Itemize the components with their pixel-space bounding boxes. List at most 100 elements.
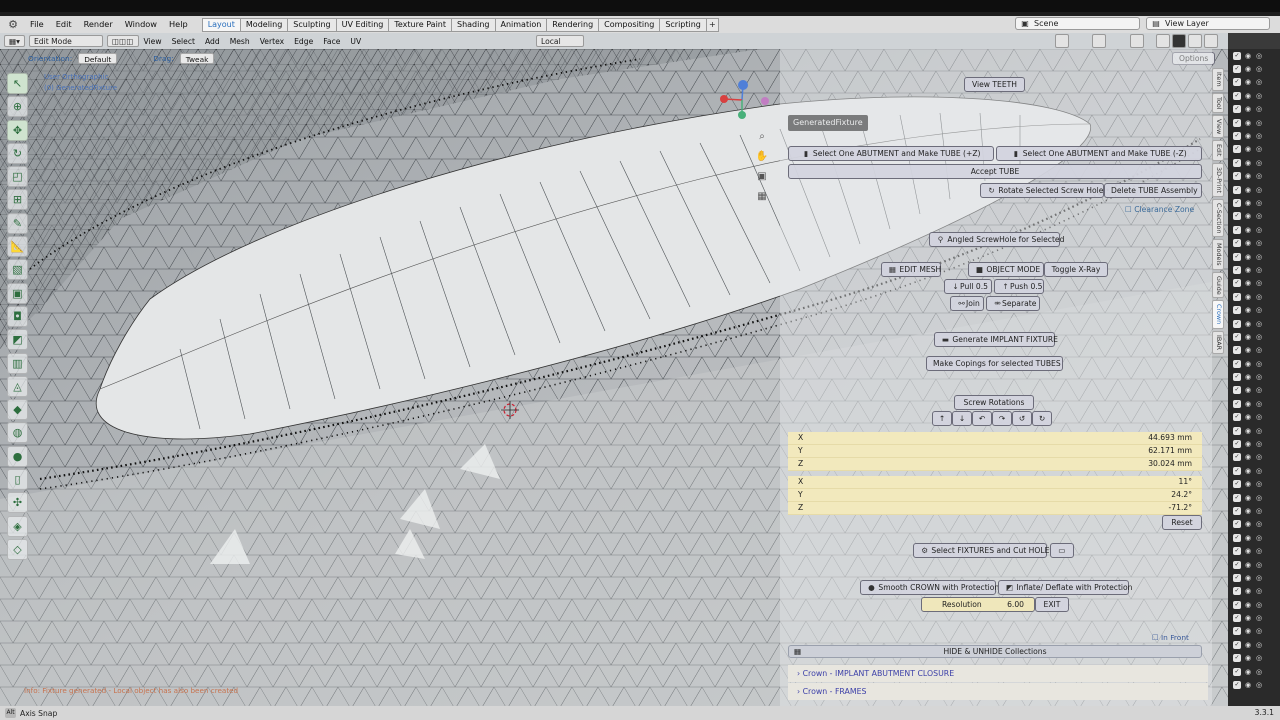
rotate-up-icon[interactable]: ↑ <box>932 411 952 426</box>
render-camera-icon[interactable]: ◎ <box>1256 212 1264 220</box>
render-camera-icon[interactable]: ◎ <box>1256 293 1264 301</box>
menu-render[interactable]: Render <box>78 16 119 33</box>
spin-icon[interactable]: ◍ <box>7 422 28 444</box>
render-camera-icon[interactable]: ◎ <box>1256 306 1264 314</box>
menu-file[interactable]: File <box>24 16 50 33</box>
render-camera-icon[interactable]: ◎ <box>1256 145 1264 153</box>
render-camera-icon[interactable]: ◎ <box>1256 320 1264 328</box>
checkbox-icon[interactable]: ✓ <box>1233 399 1241 408</box>
render-camera-icon[interactable]: ◎ <box>1256 534 1264 542</box>
edit-mesh-button[interactable]: ▦ EDIT MESH <box>881 262 941 277</box>
rotation-y-field[interactable]: Y 24.2° <box>788 489 1202 502</box>
render-camera-icon[interactable]: ◎ <box>1256 480 1264 488</box>
outliner-row[interactable]: ✓ ◉ ◎ <box>1228 411 1280 424</box>
tab-shading[interactable]: Shading <box>452 17 496 32</box>
checkbox-icon[interactable]: ✓ <box>1233 172 1241 181</box>
rip-icon[interactable]: ◇ <box>7 538 28 560</box>
outliner-row[interactable]: ✓ ◉ ◎ <box>1228 357 1280 370</box>
menu-edge[interactable]: Edge <box>289 37 318 46</box>
outliner-row[interactable]: ✓ ◉ ◎ <box>1228 598 1280 611</box>
outliner-row[interactable]: ✓ ◉ ◎ <box>1228 370 1280 383</box>
angled-screwhole-button[interactable]: ⚲ Angled ScrewHole for Selected <box>929 232 1064 247</box>
outliner-row[interactable]: ✓ ◉ ◎ <box>1228 317 1280 330</box>
checkbox-icon[interactable]: ✓ <box>1233 198 1241 207</box>
inflate-deflate-button[interactable]: ◩ Inflate/ Deflate with Protection <box>998 580 1133 595</box>
checkbox-icon[interactable]: ✓ <box>1233 506 1241 515</box>
render-camera-icon[interactable]: ◎ <box>1256 668 1264 676</box>
location-z-field[interactable]: Z 30.024 mm <box>788 458 1202 471</box>
checkbox-icon[interactable]: ✓ <box>1233 51 1241 60</box>
shading-wireframe-icon[interactable] <box>1156 34 1170 48</box>
render-camera-icon[interactable]: ◎ <box>1256 159 1264 167</box>
outliner-row[interactable]: ✓ ◉ ◎ <box>1228 638 1280 651</box>
rotation-x-field[interactable]: X 11° <box>788 476 1202 489</box>
render-camera-icon[interactable]: ◎ <box>1256 507 1264 515</box>
render-camera-icon[interactable]: ◎ <box>1256 132 1264 140</box>
menu-window[interactable]: Window <box>119 16 163 33</box>
render-camera-icon[interactable]: ◎ <box>1256 78 1264 86</box>
eye-icon[interactable]: ◉ <box>1245 574 1253 582</box>
outliner-row[interactable]: ✓ ◉ ◎ <box>1228 625 1280 638</box>
outliner-row[interactable]: ✓ ◉ ◎ <box>1228 129 1280 142</box>
outliner-row[interactable]: ✓ ◉ ◎ <box>1228 504 1280 517</box>
eye-icon[interactable]: ◉ <box>1245 547 1253 555</box>
pan-hand-icon[interactable]: ✋ <box>754 149 770 165</box>
view-teeth-button[interactable]: View TEETH <box>964 77 1025 92</box>
checkbox-icon[interactable]: ✓ <box>1233 105 1241 114</box>
render-camera-icon[interactable]: ◎ <box>1256 279 1264 287</box>
bevel-icon[interactable]: ◩ <box>7 329 28 351</box>
render-camera-icon[interactable]: ◎ <box>1256 266 1264 274</box>
cursor-icon[interactable]: ⊕ <box>7 96 28 118</box>
eye-icon[interactable]: ◉ <box>1245 333 1253 341</box>
pull-button[interactable]: ↓Pull 0.5 <box>944 279 992 294</box>
outliner-row[interactable]: ✓ ◉ ◎ <box>1228 210 1280 223</box>
eye-icon[interactable]: ◉ <box>1245 65 1253 73</box>
checkbox-icon[interactable]: ✓ <box>1233 493 1241 502</box>
checkbox-icon[interactable]: ✓ <box>1233 520 1241 529</box>
checkbox-icon[interactable]: ✓ <box>1233 158 1241 167</box>
eye-icon[interactable]: ◉ <box>1245 668 1253 676</box>
checkbox-icon[interactable]: ✓ <box>1233 373 1241 382</box>
screw-rotations-button[interactable]: Screw Rotations <box>954 395 1034 410</box>
make-copings-button[interactable]: Make Copings for selected TUBES <box>926 356 1063 371</box>
join-button[interactable]: ⚯Join <box>950 296 984 311</box>
eye-icon[interactable]: ◉ <box>1245 320 1253 328</box>
checkbox-icon[interactable]: ✓ <box>1233 78 1241 87</box>
menu-add[interactable]: Add <box>200 37 225 46</box>
outliner-row[interactable]: ✓ ◉ ◎ <box>1228 678 1280 691</box>
exit-button[interactable]: EXIT <box>1035 597 1069 612</box>
outliner-row[interactable]: ✓ ◉ ◎ <box>1228 571 1280 584</box>
checkbox-icon[interactable]: ✓ <box>1233 547 1241 556</box>
eye-icon[interactable]: ◉ <box>1245 601 1253 609</box>
outliner-row[interactable]: ✓ ◉ ◎ <box>1228 330 1280 343</box>
checkbox-icon[interactable]: ✓ <box>1233 681 1241 690</box>
eye-icon[interactable]: ◉ <box>1245 105 1253 113</box>
outliner-row[interactable]: ✓ ◉ ◎ <box>1228 665 1280 678</box>
mode-dropdown[interactable]: Edit Mode <box>29 35 103 47</box>
checkbox-icon[interactable]: ✓ <box>1233 573 1241 582</box>
outliner-row[interactable]: ✓ ◉ ◎ <box>1228 585 1280 598</box>
checkbox-icon[interactable]: ✓ <box>1233 145 1241 154</box>
select-fixtures-cut-hole-button[interactable]: ⚙ Select FIXTURES and Cut HOLE <box>913 543 1049 558</box>
render-camera-icon[interactable]: ◎ <box>1256 186 1264 194</box>
eye-icon[interactable]: ◉ <box>1245 373 1253 381</box>
eye-icon[interactable]: ◉ <box>1245 199 1253 207</box>
render-camera-icon[interactable]: ◎ <box>1256 614 1264 622</box>
render-camera-icon[interactable]: ◎ <box>1256 681 1264 689</box>
checkbox-icon[interactable]: ✓ <box>1233 319 1241 328</box>
tab-item[interactable]: Item <box>1212 68 1224 91</box>
in-front-toggle[interactable]: ☐ In Front <box>1152 633 1189 642</box>
collection-row-closure[interactable]: › Crown - IMPLANT ABUTMENT CLOSURE <box>788 665 1208 682</box>
shading-rendered-icon[interactable] <box>1204 34 1218 48</box>
tab-rendering[interactable]: Rendering <box>547 17 600 32</box>
outliner-row[interactable]: ✓ ◉ ◎ <box>1228 437 1280 450</box>
render-camera-icon[interactable]: ◎ <box>1256 65 1264 73</box>
checkbox-icon[interactable]: ✓ <box>1233 654 1241 663</box>
rotate-screw-hole-button[interactable]: ↻ Rotate Selected Screw Hole <box>980 183 1104 198</box>
eye-icon[interactable]: ◉ <box>1245 587 1253 595</box>
drag-dropdown[interactable]: Tweak <box>179 53 215 64</box>
outliner-row[interactable]: ✓ ◉ ◎ <box>1228 491 1280 504</box>
eye-icon[interactable]: ◉ <box>1245 145 1253 153</box>
checkbox-icon[interactable]: ✓ <box>1233 600 1241 609</box>
render-camera-icon[interactable]: ◎ <box>1256 413 1264 421</box>
